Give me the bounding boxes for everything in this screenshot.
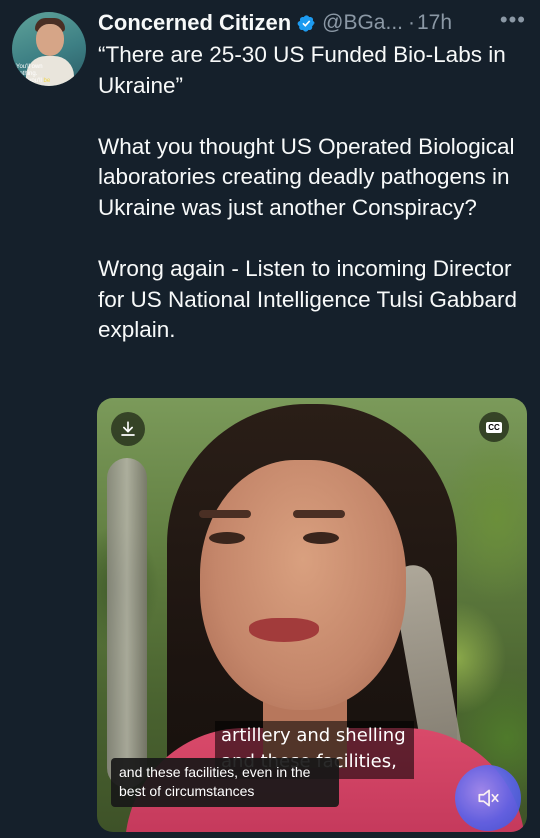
- video-player[interactable]: CC artillery and shelling and these faci…: [97, 398, 527, 832]
- closed-captions-icon: CC: [486, 421, 502, 433]
- closed-captions-button[interactable]: CC: [479, 412, 509, 442]
- author-name[interactable]: Concerned Citizen: [98, 10, 291, 36]
- tweet-paragraph: Wrong again - Listen to incoming Directo…: [98, 256, 517, 343]
- timestamp[interactable]: 17h: [417, 11, 452, 35]
- download-button[interactable]: [111, 412, 145, 446]
- avatar-caption-line1: You'll own nothing.: [16, 64, 43, 77]
- video-person-brow: [293, 510, 345, 518]
- caption-overlay: and these facilities, even in the best o…: [111, 758, 339, 807]
- tweet-paragraph: “There are 25-30 US Funded Bio-Labs in U…: [98, 42, 506, 98]
- separator-dot: ·: [407, 11, 415, 34]
- avatar[interactable]: You'll own nothing. And you'll be happy.: [12, 12, 86, 86]
- avatar-face: [36, 24, 64, 56]
- mute-button[interactable]: [455, 765, 521, 831]
- tweet-text: “There are 25-30 US Funded Bio-Labs in U…: [98, 40, 530, 346]
- video-person-eye: [303, 532, 339, 544]
- video-person-eye: [209, 532, 245, 544]
- download-icon: [121, 421, 135, 436]
- background-tree: [107, 458, 147, 788]
- video-person-mouth: [249, 618, 319, 642]
- video-person-face: [200, 460, 406, 710]
- avatar-caption-line2a: And you'll: [16, 78, 44, 84]
- tweet-paragraph: What you thought US Operated Biological …: [98, 133, 515, 220]
- avatar-caption: You'll own nothing. And you'll be happy.: [16, 64, 60, 86]
- author-handle[interactable]: @BGa...: [322, 11, 403, 35]
- video-person-brow: [199, 510, 251, 518]
- mute-icon: [478, 789, 499, 807]
- more-icon[interactable]: •••: [500, 9, 526, 31]
- verified-badge-icon: [297, 14, 315, 32]
- tweet-header: Concerned Citizen @BGa... · 17h: [98, 10, 452, 36]
- burned-caption-line1: artillery and shelling: [221, 725, 406, 746]
